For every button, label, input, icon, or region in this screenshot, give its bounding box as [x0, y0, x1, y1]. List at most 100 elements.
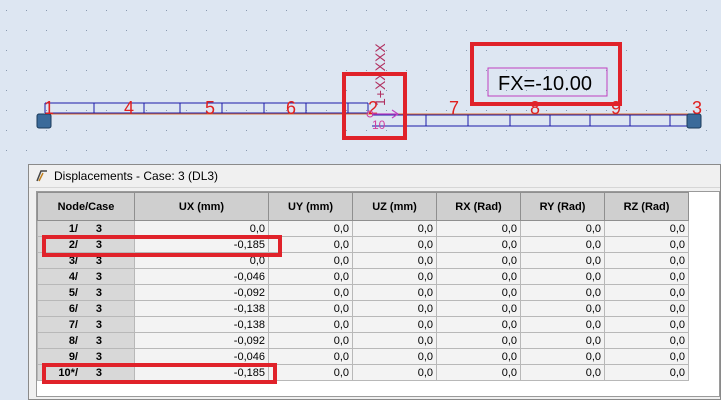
grid-dot [546, 130, 547, 131]
grid-dot [546, 10, 547, 11]
cell-rz[interactable]: 0,0 [604, 332, 689, 349]
cell-ry[interactable]: 0,0 [520, 284, 605, 301]
cell-uz[interactable]: 0,0 [352, 284, 437, 301]
cell-rz[interactable]: 0,0 [604, 252, 689, 269]
cell-uy[interactable]: 0,0 [268, 364, 353, 381]
cell-node-case[interactable]: 5/3 [37, 284, 135, 301]
cell-uz[interactable]: 0,0 [352, 300, 437, 317]
grid-dot [6, 110, 7, 111]
grid-dot [186, 70, 187, 71]
cell-ry[interactable]: 0,0 [520, 220, 605, 237]
col-header-uz[interactable]: UZ (mm) [352, 192, 437, 221]
cell-ry[interactable]: 0,0 [520, 332, 605, 349]
cell-ry[interactable]: 0,0 [520, 348, 605, 365]
grid-dot [686, 150, 687, 151]
grid-dot [526, 30, 527, 31]
cell-rz[interactable]: 0,0 [604, 348, 689, 365]
cell-rz[interactable]: 0,0 [604, 236, 689, 253]
cell-uy[interactable]: 0,0 [268, 332, 353, 349]
cell-rz[interactable]: 0,0 [604, 316, 689, 333]
grid-dot [426, 110, 427, 111]
table-row[interactable]: 4/3 -0,046 0,0 0,0 0,0 0,0 0,0 [37, 268, 689, 285]
cell-ry[interactable]: 0,0 [520, 300, 605, 317]
cell-uy[interactable]: 0,0 [268, 348, 353, 365]
table-row[interactable]: 6/3 -0,138 0,0 0,0 0,0 0,0 0,0 [37, 300, 689, 317]
cell-rx[interactable]: 0,0 [436, 252, 521, 269]
grid-dot [326, 150, 327, 151]
cell-ry[interactable]: 0,0 [520, 364, 605, 381]
case-id: 3 [95, 318, 102, 331]
cell-uz[interactable]: 0,0 [352, 252, 437, 269]
cell-uz[interactable]: 0,0 [352, 268, 437, 285]
cell-ux[interactable]: -0,138 [134, 316, 269, 333]
cell-uy[interactable]: 0,0 [268, 284, 353, 301]
cell-uy[interactable]: 0,0 [268, 300, 353, 317]
grid-dot [46, 10, 47, 11]
cell-rx[interactable]: 0,0 [436, 316, 521, 333]
cell-ux[interactable]: -0,092 [134, 284, 269, 301]
cell-rx[interactable]: 0,0 [436, 364, 521, 381]
grid-dot [46, 30, 47, 31]
grid-dot [546, 70, 547, 71]
grid-dot [306, 50, 307, 51]
cell-rx[interactable]: 0,0 [436, 284, 521, 301]
cell-rx[interactable]: 0,0 [436, 236, 521, 253]
window-titlebar[interactable]: Displacements - Case: 3 (DL3) [29, 165, 720, 188]
cell-rx[interactable]: 0,0 [436, 332, 521, 349]
cell-node-case[interactable]: 7/3 [37, 316, 135, 333]
grid-dot [706, 150, 707, 151]
cell-rz[interactable]: 0,0 [604, 284, 689, 301]
grid-dot [446, 130, 447, 131]
col-header-node-case[interactable]: Node/Case [37, 192, 135, 221]
cell-ry[interactable]: 0,0 [520, 268, 605, 285]
cell-rz[interactable]: 0,0 [604, 300, 689, 317]
cell-rx[interactable]: 0,0 [436, 268, 521, 285]
cell-node-case[interactable]: 4/3 [37, 268, 135, 285]
cell-uz[interactable]: 0,0 [352, 236, 437, 253]
grid-dot [6, 70, 7, 71]
cell-uz[interactable]: 0,0 [352, 316, 437, 333]
grid-dot [226, 130, 227, 131]
node-label-1: 1 [44, 98, 54, 118]
cell-rx[interactable]: 0,0 [436, 300, 521, 317]
grid-dot [346, 110, 347, 111]
col-header-ry[interactable]: RY (Rad) [520, 192, 605, 221]
grid-dot [506, 10, 507, 11]
table-row[interactable]: 8/3 -0,092 0,0 0,0 0,0 0,0 0,0 [37, 332, 689, 349]
cell-uy[interactable]: 0,0 [268, 268, 353, 285]
grid-dot [166, 50, 167, 51]
cell-node-case[interactable]: 6/3 [37, 300, 135, 317]
cell-ux[interactable]: -0,138 [134, 300, 269, 317]
table-row[interactable]: 5/3 -0,092 0,0 0,0 0,0 0,0 0,0 [37, 284, 689, 301]
cell-uz[interactable]: 0,0 [352, 220, 437, 237]
cell-uz[interactable]: 0,0 [352, 364, 437, 381]
col-header-rz[interactable]: RZ (Rad) [604, 192, 689, 221]
grid-dot [486, 150, 487, 151]
col-header-uy[interactable]: UY (mm) [268, 192, 353, 221]
col-header-ux[interactable]: UX (mm) [134, 192, 269, 221]
node-id: 6/ [68, 302, 78, 315]
grid-dot [566, 150, 567, 151]
cell-ry[interactable]: 0,0 [520, 252, 605, 269]
cell-rz[interactable]: 0,0 [604, 268, 689, 285]
grid-dot [366, 70, 367, 71]
cell-ry[interactable]: 0,0 [520, 316, 605, 333]
grid-dot [146, 70, 147, 71]
cell-node-case[interactable]: 8/3 [37, 332, 135, 349]
cell-rx[interactable]: 0,0 [436, 348, 521, 365]
cell-uy[interactable]: 0,0 [268, 316, 353, 333]
cell-rz[interactable]: 0,0 [604, 364, 689, 381]
grid-dot [526, 10, 527, 11]
cell-rz[interactable]: 0,0 [604, 220, 689, 237]
cell-ux[interactable]: -0,046 [134, 268, 269, 285]
col-header-rx[interactable]: RX (Rad) [436, 192, 521, 221]
grid-dot [386, 150, 387, 151]
cell-uz[interactable]: 0,0 [352, 332, 437, 349]
table-row[interactable]: 7/3 -0,138 0,0 0,0 0,0 0,0 0,0 [37, 316, 689, 333]
cell-ry[interactable]: 0,0 [520, 236, 605, 253]
node-label-3: 3 [692, 98, 702, 118]
cell-rx[interactable]: 0,0 [436, 220, 521, 237]
grid-dot [286, 90, 287, 91]
cell-uz[interactable]: 0,0 [352, 348, 437, 365]
cell-ux[interactable]: -0,092 [134, 332, 269, 349]
